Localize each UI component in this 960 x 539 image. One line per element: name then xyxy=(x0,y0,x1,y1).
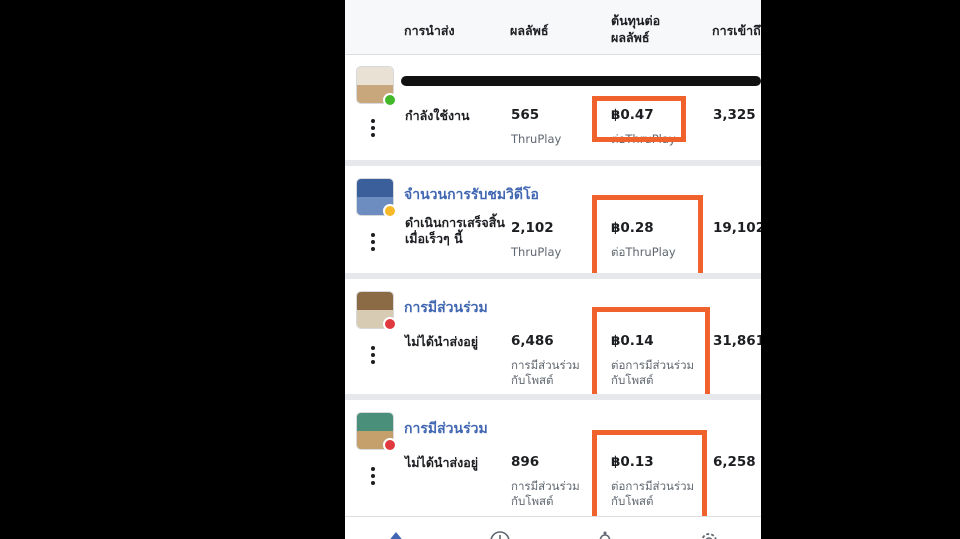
more-options-icon[interactable] xyxy=(371,346,377,367)
highlight-box xyxy=(592,307,710,407)
table-header: การนำส่ง ผลลัพธ์ ต้นทุนต่อ ผลลัพธ์ การเข… xyxy=(345,0,761,55)
delivery-status: ไม่ได้นำส่งอยู่ xyxy=(405,455,479,470)
campaign-name[interactable]: จำนวนการรับชมวิดีโอ xyxy=(404,186,539,204)
more-options-icon[interactable] xyxy=(371,119,377,140)
reach-value: 6,258 xyxy=(713,454,756,470)
campaign-name[interactable]: การมีส่วนร่วม xyxy=(404,299,488,317)
redaction-scribble xyxy=(401,76,761,86)
status-dot xyxy=(383,93,397,107)
status-dot xyxy=(383,438,397,452)
reach-value: 3,325 xyxy=(713,107,756,123)
delivery-status: ดำเนินการเสร็จสิ้นเมื่อเร็วๆ นี้ xyxy=(405,215,505,246)
more-options-icon[interactable] xyxy=(371,467,377,488)
ads-manager-screen: การนำส่ง ผลลัพธ์ ต้นทุนต่อ ผลลัพธ์ การเข… xyxy=(345,0,761,539)
result-type: ThruPlay xyxy=(511,245,562,259)
delivery-status: ไม่ได้นำส่งอยู่ xyxy=(405,334,479,349)
result-type: การมีส่วนร่วมกับโพสต์ xyxy=(511,358,580,387)
bell-icon[interactable] xyxy=(594,529,616,539)
clock-icon[interactable] xyxy=(489,529,511,539)
column-header-cost-line2: ผลลัพธ์ xyxy=(611,30,650,45)
column-header-cost-per-result[interactable]: ต้นทุนต่อ ผลลัพธ์ xyxy=(611,12,660,46)
highlight-box xyxy=(592,430,707,528)
results-value: 2,102 xyxy=(511,220,554,236)
bottom-tab-bar xyxy=(345,516,761,539)
column-header-cost-line1: ต้นทุนต่อ xyxy=(611,13,661,28)
gear-icon[interactable] xyxy=(698,529,720,539)
column-header-delivery[interactable]: การนำส่ง xyxy=(404,22,455,39)
reach-value: 19,102 xyxy=(713,220,761,236)
home-icon[interactable] xyxy=(385,529,407,539)
reach-value: 31,861 xyxy=(713,333,761,349)
campaign-name[interactable]: การมีส่วนร่วม xyxy=(404,420,488,438)
status-dot xyxy=(383,317,397,331)
result-type: การมีส่วนร่วมกับโพสต์ xyxy=(511,479,580,508)
highlight-box xyxy=(592,96,686,142)
results-value: 6,486 xyxy=(511,333,554,349)
result-type: ThruPlay xyxy=(511,132,562,146)
column-header-results[interactable]: ผลลัพธ์ xyxy=(510,22,549,39)
more-options-icon[interactable] xyxy=(371,233,377,254)
results-value: 565 xyxy=(511,107,540,123)
delivery-status: กำลังใช้งาน xyxy=(405,108,470,123)
status-dot xyxy=(383,204,397,218)
highlight-box xyxy=(592,195,703,278)
campaign-row[interactable]: กำลังใช้งาน 565 ThruPlay ฿0.47 ต่อThruPl… xyxy=(345,55,761,160)
column-header-reach[interactable]: การเข้าถึ xyxy=(712,22,761,39)
results-value: 896 xyxy=(511,454,540,470)
